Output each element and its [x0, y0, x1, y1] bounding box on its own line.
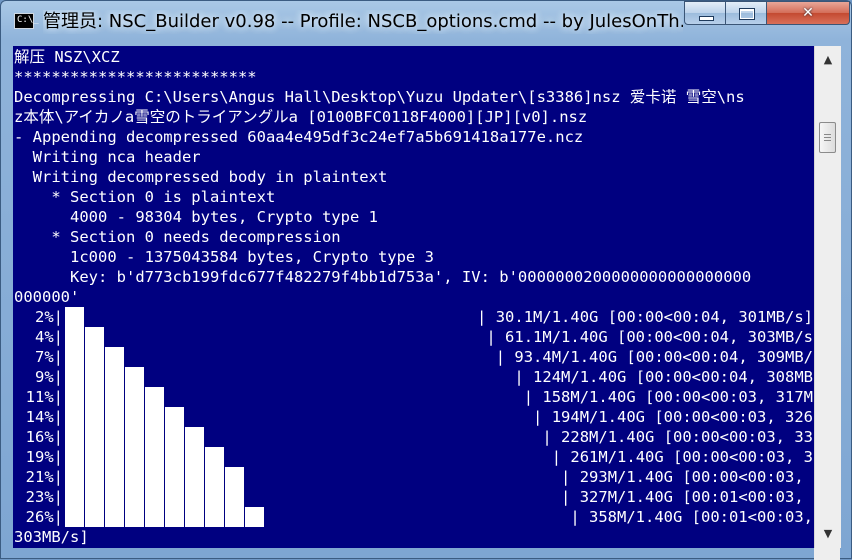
- vertical-scrollbar[interactable]: ▲ ▼: [814, 46, 841, 548]
- window-title: 管理员: NSC_Builder v0.98 -- Profile: NSCB_…: [43, 11, 683, 32]
- grip-line: [824, 137, 831, 138]
- close-button[interactable]: ✕: [766, 1, 850, 25]
- resize-corner[interactable]: [814, 548, 840, 560]
- progress-percent: 14%|: [25, 408, 63, 426]
- app-icon-glyph: C:\_: [17, 15, 39, 25]
- console-line: 303MB/s]: [14, 528, 89, 546]
- console-line: 1c000 - 1375043584 bytes, Crypto type 3: [14, 248, 434, 266]
- progress-percent: 21%|: [25, 468, 63, 486]
- scroll-up-button[interactable]: ▲: [818, 50, 838, 70]
- progress-percent: 4%|: [35, 328, 63, 346]
- progress-percent: 19%|: [25, 448, 63, 466]
- console-output[interactable]: 解压 NSZ\XCZ ************************** Deco…: [13, 46, 814, 548]
- progress-stats: | 30.1M/1.40G [00:00<00:04, 301MB/s]: [477, 308, 813, 326]
- console-line: - Appending decompressed 60aa4e495df3c24…: [14, 128, 584, 146]
- grip-line: [824, 140, 831, 141]
- console-window: C:\_ 管理员: NSC_Builder v0.98 -- Profile: …: [0, 0, 852, 560]
- console-line: 4000 - 98304 bytes, Crypto type 1: [14, 208, 378, 226]
- console-line: Key: b'd773cb199fdc677f482279f4bb1d753a'…: [14, 268, 752, 286]
- progress-bar-fill: [65, 307, 84, 327]
- console-line: Writing nca header: [14, 148, 201, 166]
- progress-stats: | 293M/1.40G [00:00<00:03,: [561, 468, 813, 486]
- console-line: Decompressing C:\Users\Angus Hall\Deskto…: [14, 88, 745, 106]
- progress-percent: 23%|: [25, 488, 63, 506]
- maximize-button[interactable]: [725, 1, 767, 25]
- progress-bar-fill: [65, 467, 244, 487]
- progress-bar-fill: [65, 427, 204, 447]
- progress-bar-fill: [65, 487, 244, 507]
- progress-bar-fill: [65, 447, 224, 467]
- progress-bar-fill: [65, 407, 184, 427]
- grip-line: [824, 134, 831, 135]
- title-bar[interactable]: C:\_ 管理员: NSC_Builder v0.98 -- Profile: …: [1, 1, 851, 45]
- progress-percent: 26%|: [25, 508, 63, 526]
- progress-percent: 2%|: [35, 308, 63, 326]
- progress-stats: | 61.1M/1.40G [00:00<00:04, 303MB/s: [486, 328, 813, 346]
- progress-stats: | 327M/1.40G [00:01<00:03,: [561, 488, 813, 506]
- console-line: 解压 NSZ\XCZ: [14, 48, 120, 66]
- console-line: **************************: [14, 68, 257, 86]
- progress-stats: | 124M/1.40G [00:00<00:04, 308MB: [514, 368, 813, 386]
- progress-stats: | 194M/1.40G [00:00<00:03, 326: [533, 408, 813, 426]
- minimize-icon: [699, 16, 714, 21]
- close-icon: ✕: [802, 5, 814, 21]
- minimize-button[interactable]: [684, 1, 726, 25]
- progress-stats: | 261M/1.40G [00:00<00:03, 3: [551, 448, 813, 466]
- progress-stats: | 158M/1.40G [00:00<00:03, 317M: [523, 388, 813, 406]
- progress-stats: | 358M/1.40G [00:01<00:03,: [570, 508, 813, 526]
- chevron-up-icon: ▲: [823, 53, 833, 66]
- progress-bar-fill: [65, 347, 124, 367]
- console-line: z本体\アイカノa雪空のトライアングルa [0100BFC0118F4000][…: [14, 108, 588, 126]
- progress-bar-fill: [65, 507, 264, 527]
- progress-bar-fill: [65, 387, 164, 407]
- console-line: * Section 0 needs decompression: [14, 228, 341, 246]
- scroll-down-button[interactable]: ▼: [818, 524, 838, 544]
- progress-stats: | 93.4M/1.40G [00:00<00:04, 309MB/: [495, 348, 813, 366]
- progress-stats: | 228M/1.40G [00:00<00:03, 33: [542, 428, 813, 446]
- console-line: 000000': [14, 288, 80, 306]
- progress-percent: 9%|: [35, 368, 63, 386]
- progress-percent: 11%|: [25, 388, 63, 406]
- chevron-down-icon: ▼: [823, 527, 833, 540]
- progress-percent: 7%|: [35, 348, 63, 366]
- console-line: Writing decompressed body in plaintext: [14, 168, 388, 186]
- maximize-icon: [739, 8, 755, 20]
- console-line: * Section 0 is plaintext: [14, 188, 276, 206]
- progress-percent: 16%|: [25, 428, 63, 446]
- progress-bar-fill: [65, 367, 144, 387]
- scroll-thumb[interactable]: [819, 122, 836, 153]
- console-app-icon[interactable]: C:\_: [14, 13, 39, 29]
- progress-bar-fill: [65, 327, 104, 347]
